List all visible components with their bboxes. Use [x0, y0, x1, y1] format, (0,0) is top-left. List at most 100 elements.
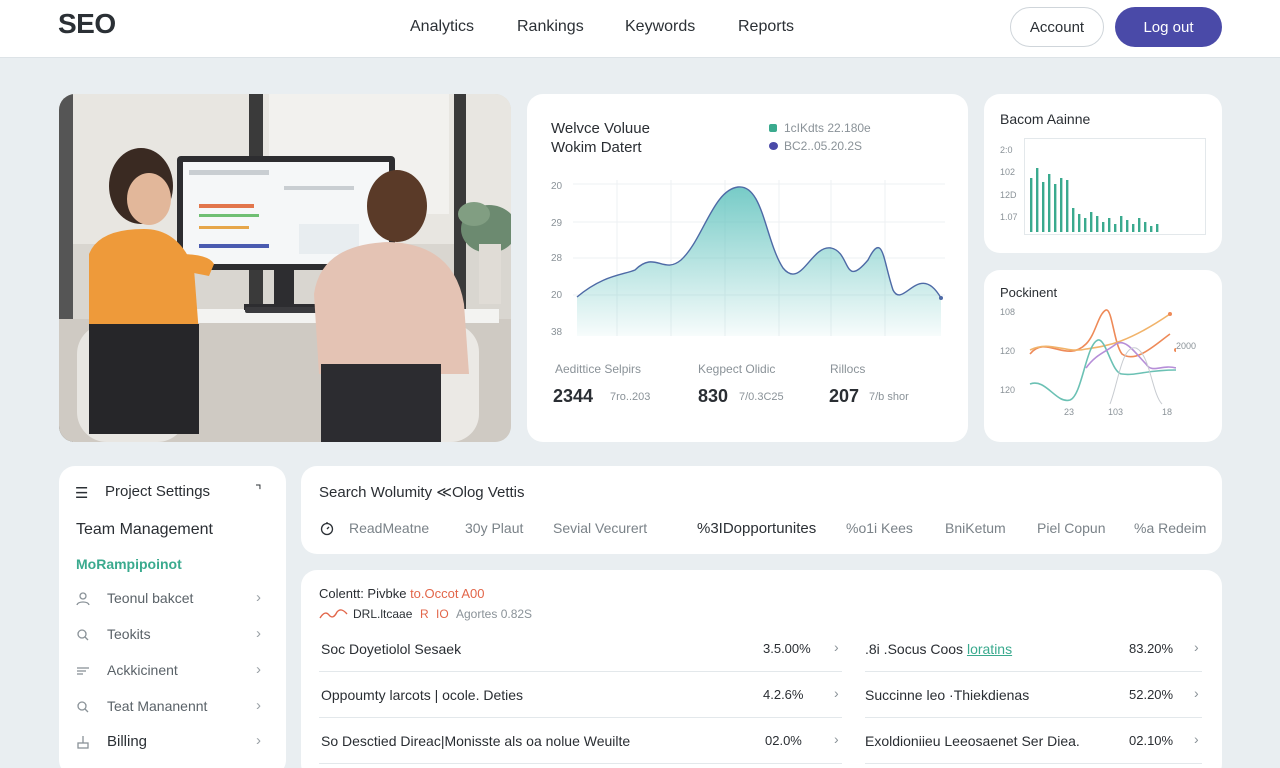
sidebar-item-label: Teonul bakcet [107, 590, 194, 606]
sidebar-section-active[interactable]: MoRampipoinot [76, 556, 182, 572]
table-row-name[interactable]: Soc Doyetiolol Sesaek [321, 641, 461, 657]
table-row-name[interactable]: Succinne leo ·Thiekdienas [865, 687, 1029, 703]
top-navbar: SEO Analytics Rankings Keywords Reports … [0, 0, 1280, 58]
y-tick: 20 [551, 290, 563, 301]
hero-photo [59, 94, 511, 442]
table-row-name[interactable]: Exoldioniieu Leeosaenet Ser Diea. [865, 733, 1080, 749]
y-tick: 120 [1000, 346, 1016, 356]
menu-icon[interactable]: ☰ [75, 484, 88, 502]
bars-mini-chart [1024, 138, 1206, 235]
legend-label-1: 1cIKdts 22.180e [784, 121, 871, 135]
chevron-right-icon[interactable]: › [834, 685, 839, 701]
stat-sub-1: 7ro..203 [610, 391, 651, 403]
row-divider [319, 717, 842, 718]
sidebar-item-tools[interactable]: Teokits › [59, 617, 286, 653]
table-sub-d: Agortes 0.82S [456, 607, 533, 621]
trend-spark-icon [319, 609, 348, 619]
table-row-name[interactable]: So Desctied Direac|Monisste als oa nolue… [321, 733, 630, 749]
timer-icon[interactable] [319, 520, 335, 536]
table-title: Colentt: Pivbke to.Occot A00 [319, 586, 485, 601]
tab-redeim[interactable]: %a Redeim [1134, 520, 1206, 536]
tab-plaut[interactable]: 30y Plaut [465, 520, 523, 536]
table-row-value: 02.0% [765, 733, 802, 748]
right-label: 2000 [1176, 341, 1197, 351]
row-divider [865, 717, 1202, 718]
row-divider [865, 671, 1202, 672]
chevron-right-icon[interactable]: › [1194, 731, 1199, 747]
billing-icon [77, 736, 89, 749]
legend-swatch-2 [769, 142, 778, 150]
nav-reports[interactable]: Reports [738, 18, 794, 36]
sidebar-item-team-management[interactable]: Teat Mananennt › [59, 689, 286, 725]
sidebar-item-label: Billing [107, 733, 148, 750]
y-tick: 12D [1000, 190, 1017, 200]
y-tick: 20 [551, 181, 563, 192]
tab-opportunities[interactable]: %3IDopportunites [697, 520, 816, 537]
tab-read-metrics[interactable]: ReadMeatne [349, 520, 429, 536]
y-tick: 28 [551, 253, 563, 264]
x-tick: 18 [1162, 407, 1173, 417]
sidebar-item-accident[interactable]: Ackkicinent › [59, 653, 286, 689]
user-icon [76, 592, 90, 606]
chevron-right-icon[interactable]: › [1194, 685, 1199, 701]
sidebar-item-team-budget[interactable]: Teonul bakcet › [59, 581, 286, 617]
table-row-value: 4.2.6% [763, 687, 804, 702]
stat-sub-2: 7/0.3C25 [739, 391, 784, 403]
stat-value-2: 830 [698, 386, 729, 406]
stat-value-3: 207 [829, 386, 860, 406]
sidebar-item-label: Ackkicinent [107, 662, 178, 678]
collapse-icon[interactable]: ⌝ [255, 482, 262, 499]
nav-analytics[interactable]: Analytics [410, 18, 474, 36]
row-divider [865, 763, 1202, 764]
tab-keys[interactable]: %o1i Kees [846, 520, 913, 536]
table-card: Colentt: Pivbke to.Occot A00 DRL.ltcaae … [301, 570, 1222, 768]
table-row-value: 52.20% [1129, 687, 1174, 702]
table-row-value: 83.20% [1129, 641, 1174, 656]
table-row-value: 3.5.00% [763, 641, 811, 656]
sidebar-header: Project Settings [105, 483, 211, 500]
tab-ketum[interactable]: BniKetum [945, 520, 1006, 536]
chevron-right-icon[interactable]: › [1194, 639, 1199, 655]
table-row-link[interactable]: loratins [967, 641, 1012, 657]
bars-card-title: Bacom Aainne [1000, 111, 1091, 127]
logout-button[interactable]: Log out [1115, 7, 1222, 47]
account-button[interactable]: Account [1010, 7, 1104, 47]
table-row-name[interactable]: Oppoumty larcots | ocole. Deties [321, 687, 523, 703]
y-tick: 2:0 [1000, 145, 1013, 155]
stat-value-1: 2344 [553, 386, 594, 406]
chevron-right-icon[interactable]: › [834, 731, 839, 747]
sidebar: ☰ Project Settings ⌝ Team Management MoR… [59, 466, 286, 768]
bars-card: Bacom Aainne 2:0 102 12D 1.07 [984, 94, 1222, 253]
stat-label-1: Aedittice Selpirs [555, 362, 642, 376]
table-row-value: 02.10% [1129, 733, 1174, 748]
nav-keywords[interactable]: Keywords [625, 18, 695, 36]
sidebar-section-team[interactable]: Team Management [76, 521, 213, 539]
legend-label-2: BC2..05.20.2S [784, 139, 863, 153]
filter-card: Search Wolumity ≪Olog Vettis [301, 466, 1222, 554]
table-sub-a: DRL.ltcaae [353, 607, 413, 621]
volume-title: Welvce Voluue [551, 120, 650, 137]
table-row-name[interactable]: .8i .Socus Coos loratins [865, 641, 1012, 657]
sidebar-item-billing[interactable]: Billing › [59, 724, 286, 760]
stat-label-3: Rillocs [830, 362, 866, 376]
lines-card-title: Pockinent [1000, 285, 1058, 300]
y-tick: 120 [1000, 385, 1016, 395]
volume-subtitle: Wokim Datert [551, 139, 642, 156]
chevron-right-icon: › [256, 661, 261, 678]
chevron-right-icon: › [256, 697, 261, 714]
sidebar-item-label: Teokits [107, 626, 151, 642]
volume-card: Welvce Voluue Wokim Datert 1cIKdts 22.18… [527, 94, 968, 442]
tab-serial[interactable]: Sevial Vecurert [553, 520, 647, 536]
table-sub-c: IO [436, 607, 449, 621]
row-divider [319, 763, 842, 764]
app-logo[interactable]: SEO [58, 8, 116, 40]
chevron-right-icon[interactable]: › [834, 639, 839, 655]
tab-copun[interactable]: Piel Copun [1037, 520, 1106, 536]
y-tick: 38 [551, 327, 563, 338]
lines-mini-chart [1029, 309, 1176, 405]
stat-sub-3: 7/b shor [869, 391, 909, 403]
nav-rankings[interactable]: Rankings [517, 18, 584, 36]
x-tick: 103 [1108, 407, 1124, 417]
y-tick: 108 [1000, 307, 1016, 317]
volume-area-chart [573, 180, 945, 336]
